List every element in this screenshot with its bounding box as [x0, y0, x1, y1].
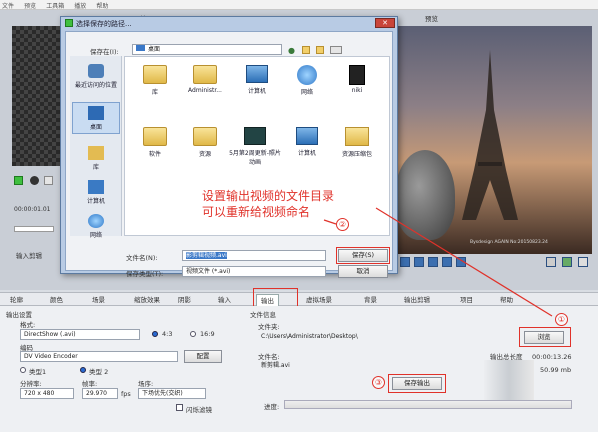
arrow-to-browse — [375, 207, 553, 317]
annotation-arrows — [323, 207, 553, 317]
arrow-to-save — [323, 219, 337, 225]
